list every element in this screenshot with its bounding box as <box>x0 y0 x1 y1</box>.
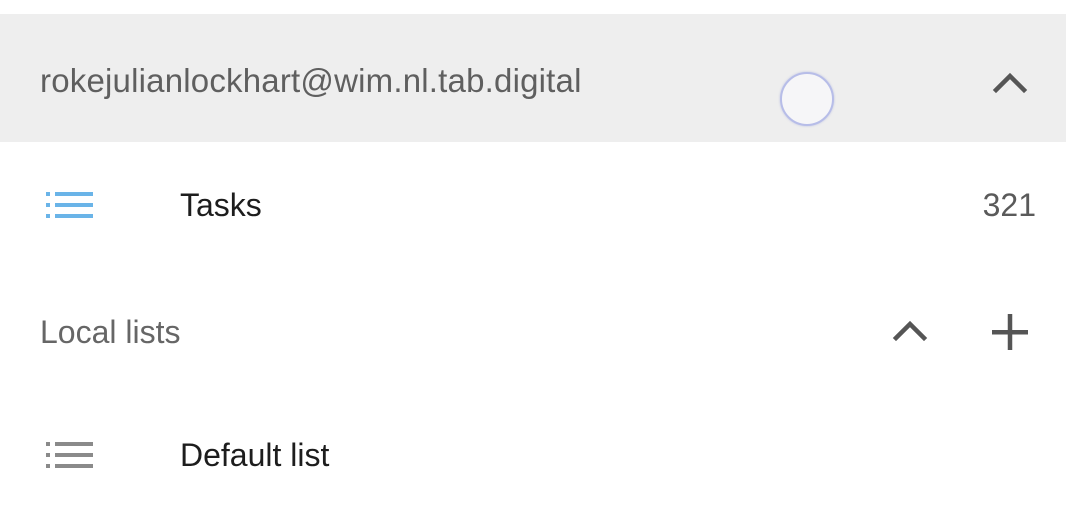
list-item-tasks[interactable]: Tasks 321 <box>0 145 1066 265</box>
section-label: Local lists <box>40 314 181 350</box>
list-label: Default list <box>180 437 330 473</box>
list-icon <box>46 192 93 218</box>
chevron-up-icon[interactable] <box>986 64 1034 100</box>
list-label: Tasks <box>180 187 262 223</box>
plus-icon[interactable] <box>986 308 1034 356</box>
list-item-default-list[interactable]: Default list <box>0 395 1066 507</box>
account-email: rokejulianlockhart@wim.nl.tab.digital <box>40 62 582 99</box>
task-count: 321 <box>982 187 1036 223</box>
task-lists-drawer: rokejulianlockhart@wim.nl.tab.digital Ta… <box>0 0 1066 507</box>
account-header[interactable]: rokejulianlockhart@wim.nl.tab.digital <box>0 14 1066 142</box>
local-lists-section-header: Local lists <box>0 272 1066 392</box>
chevron-up-icon[interactable] <box>887 312 933 348</box>
loading-indicator <box>780 72 834 126</box>
list-icon <box>46 442 93 468</box>
